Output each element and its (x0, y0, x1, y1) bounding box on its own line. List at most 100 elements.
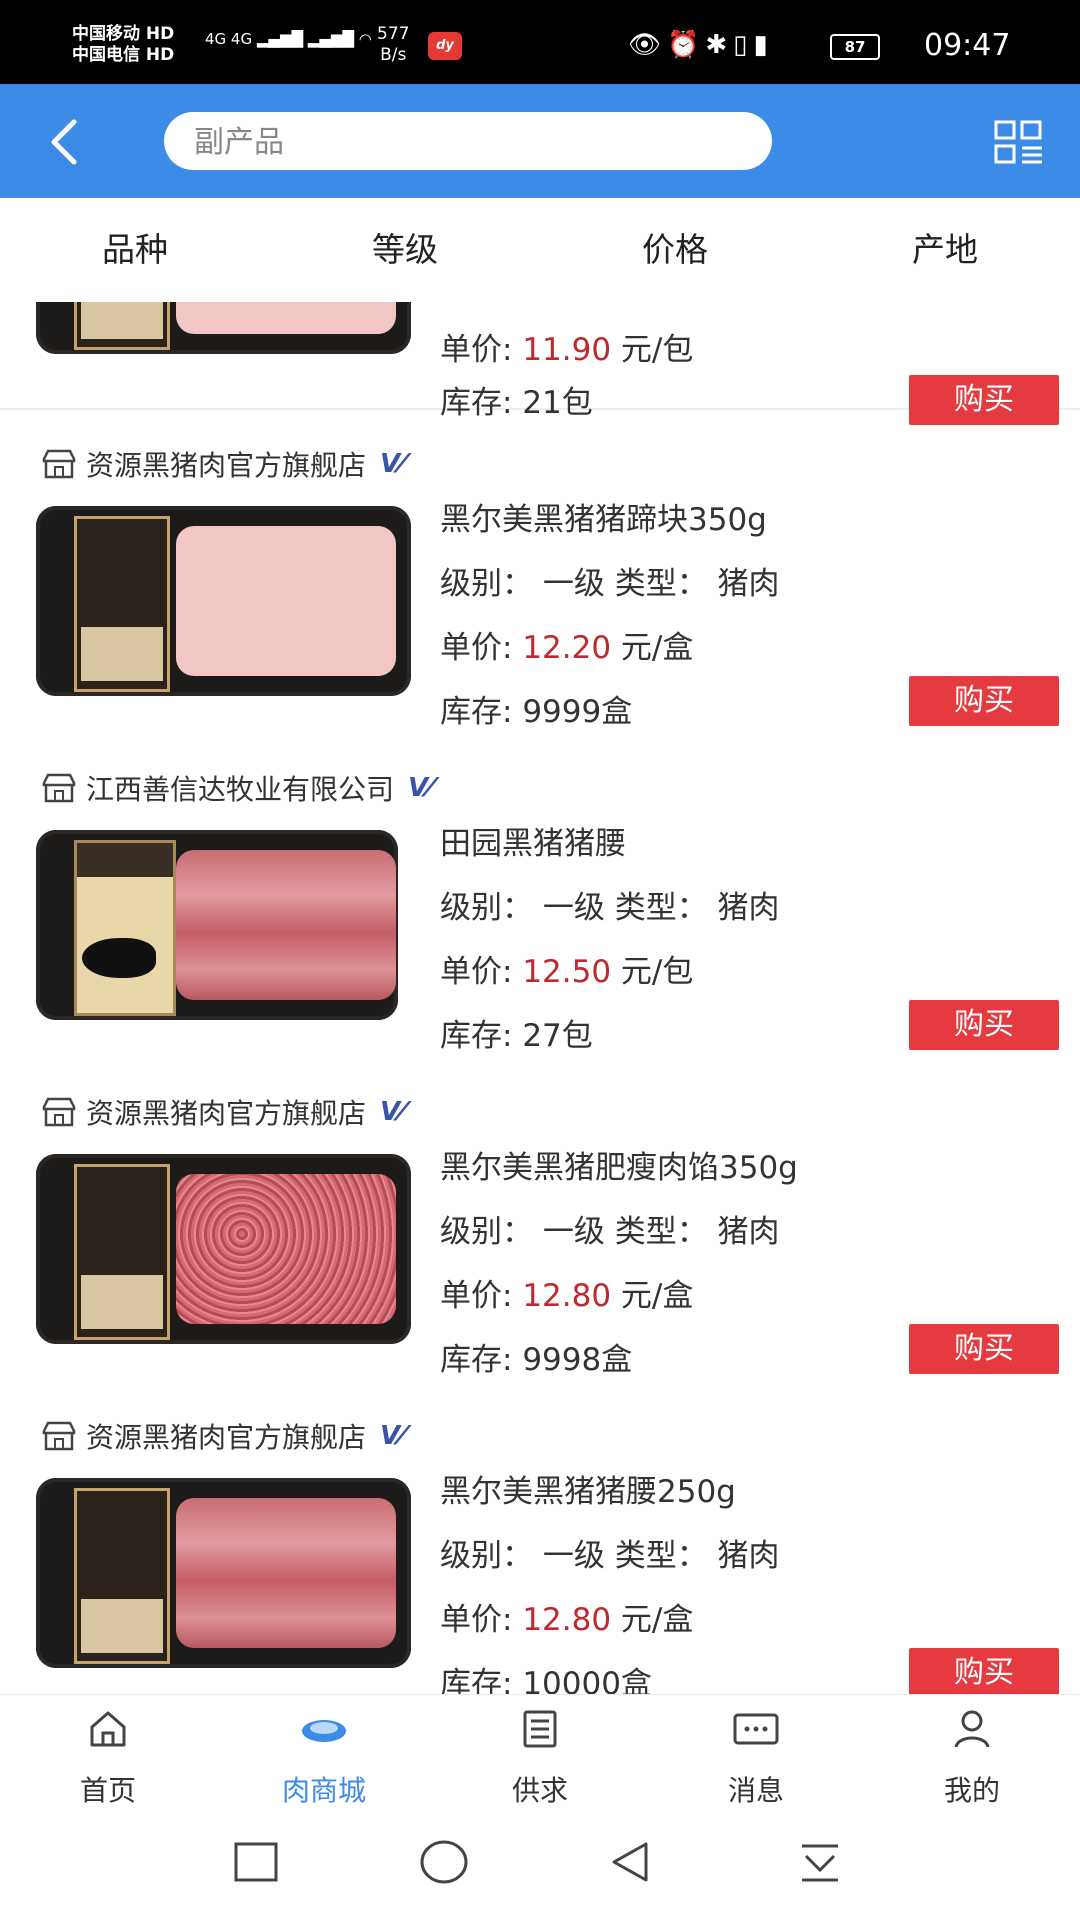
stock-value: 10000盒 (522, 1666, 652, 1694)
product-image[interactable] (36, 830, 398, 1020)
product-card[interactable]: 单价: 11.90 元/包 库存: 21包 购买 (0, 302, 1080, 425)
product-card[interactable]: 江西善信达牧业有限公司 V⁄ 田园黑猪猪腰 级别： 一级 类型： 猪肉 单价: … (0, 750, 1080, 1076)
stock-line: 库存: 9998盒 (440, 1334, 632, 1379)
store-icon (42, 1421, 76, 1451)
package-label (74, 840, 176, 1016)
nav-meat-mall-label: 肉商城 (281, 1774, 366, 1807)
store-row[interactable]: 资源黑猪肉官方旗舰店 V⁄ (42, 1092, 404, 1132)
stock-value: 27包 (522, 1018, 593, 1054)
package-label (74, 516, 170, 692)
store-name: 资源黑猪肉官方旗舰店 (86, 1421, 367, 1454)
buy-button[interactable]: 购买 (909, 375, 1059, 425)
stock-value: 21包 (522, 385, 593, 421)
nav-meat-mall[interactable]: 肉商城 (216, 1695, 432, 1811)
product-name[interactable]: 黑尔美黑猪肥瘦肉馅350g (440, 1142, 798, 1187)
store-row[interactable]: 资源黑猪肉官方旗舰店 V⁄ (42, 444, 404, 484)
price-unit: 元/包 (620, 954, 694, 990)
carrier-2-hd: HD (145, 45, 175, 65)
nav-messages[interactable]: 消息 (648, 1695, 864, 1811)
carrier-info: 中国移动 HD 中国电信 HD (72, 24, 174, 66)
stock-line: 库存: 21包 (440, 377, 593, 422)
carrier-2: 中国电信 (72, 45, 140, 65)
search-box[interactable] (164, 112, 772, 172)
product-card[interactable]: 资源黑猪肉官方旗舰店 V⁄ 黑尔美黑猪肥瘦肉馅350g 级别： 一级 类型： 猪… (0, 1074, 1080, 1400)
nav-supply-demand-label: 供求 (511, 1774, 568, 1807)
package-label (74, 1488, 170, 1664)
price-line: 单价: 12.80 元/盒 (440, 1270, 693, 1315)
notification-pull-icon[interactable] (796, 1838, 844, 1886)
store-icon (42, 449, 76, 479)
product-image[interactable] (36, 1154, 411, 1344)
search-input[interactable] (192, 112, 736, 172)
price-label: 单价: (440, 954, 513, 990)
price-value: 11.90 (522, 332, 612, 368)
buy-button[interactable]: 购买 (909, 1324, 1059, 1374)
app-notification-icon: dy (428, 32, 462, 60)
filter-grade[interactable]: 等级 (270, 198, 540, 302)
carrier-1-hd: HD (145, 24, 175, 44)
meat-image (176, 526, 396, 676)
home-button-icon[interactable] (418, 1838, 470, 1886)
product-grade: 级别： 一级 类型： 猪肉 (440, 1214, 780, 1250)
store-icon (42, 1097, 76, 1127)
top-bar (0, 84, 1080, 198)
status-bar: 中国移动 HD 中国电信 HD 4G 4G ▂▄▆█ ▂▄▆█ ◠ 577 B/… (0, 0, 1080, 84)
stock-line: 库存: 9999盒 (440, 686, 632, 731)
net-speed-value: 577 (377, 24, 410, 44)
recents-icon[interactable] (232, 1838, 280, 1886)
price-label: 单价: (440, 1278, 513, 1314)
battery-level: 87 (844, 38, 866, 56)
battery-icon: 87 (830, 34, 880, 60)
product-image[interactable] (36, 1478, 411, 1668)
buy-button[interactable]: 购买 (909, 1648, 1059, 1694)
nav-supply-demand[interactable]: 供求 (432, 1695, 648, 1811)
meat-image (176, 1174, 396, 1324)
store-name: 资源黑猪肉官方旗舰店 (86, 449, 367, 482)
product-name[interactable]: 黑尔美黑猪猪蹄块350g (440, 494, 767, 539)
system-nav-bar (0, 1810, 1080, 1920)
buy-button[interactable]: 购买 (909, 1000, 1059, 1050)
nav-profile[interactable]: 我的 (864, 1695, 1080, 1811)
price-unit: 元/包 (620, 332, 694, 368)
message-icon (733, 1713, 779, 1745)
clock: 09:47 (924, 28, 1011, 63)
price-value: 12.50 (522, 954, 612, 990)
net-speed: 577 B/s (377, 24, 409, 66)
stock-value: 9998盒 (522, 1342, 633, 1378)
meat-image (176, 1498, 396, 1648)
price-unit: 元/盒 (620, 1278, 694, 1314)
product-card[interactable]: 资源黑猪肉官方旗舰店 V⁄ 黑尔美黑猪猪腰250g 级别： 一级 类型： 猪肉 … (0, 1398, 1080, 1694)
store-row[interactable]: 江西善信达牧业有限公司 V⁄ (42, 768, 432, 808)
list-icon (523, 1710, 557, 1748)
product-image[interactable] (36, 302, 411, 354)
price-value: 12.80 (522, 1278, 612, 1314)
product-card[interactable]: 资源黑猪肉官方旗舰店 V⁄ 黑尔美黑猪猪蹄块350g 级别： 一级 类型： 猪肉… (0, 426, 1080, 752)
filter-origin[interactable]: 产地 (810, 198, 1080, 302)
verified-icon: V⁄ (380, 1097, 405, 1127)
filter-price[interactable]: 价格 (540, 198, 810, 302)
home-icon (90, 1711, 126, 1747)
price-value: 12.80 (522, 1602, 612, 1638)
nav-home[interactable]: 首页 (0, 1695, 216, 1811)
back-button-icon[interactable] (606, 1838, 654, 1886)
stock-label: 库存: (440, 1666, 513, 1694)
filter-variety[interactable]: 品种 (0, 198, 270, 302)
product-list[interactable]: 单价: 11.90 元/包 库存: 21包 购买 资源黑猪肉官方旗舰店 V⁄ 黑… (0, 302, 1080, 1694)
product-image[interactable] (36, 506, 411, 696)
store-row[interactable]: 资源黑猪肉官方旗舰店 V⁄ (42, 1416, 404, 1456)
meat-image (176, 850, 396, 1000)
store-icon (42, 773, 76, 803)
product-grade: 级别： 一级 类型： 猪肉 (440, 1538, 780, 1574)
nav-home-label: 首页 (79, 1774, 136, 1807)
grid-view-icon[interactable] (994, 120, 1044, 166)
stock-label: 库存: (440, 1018, 513, 1054)
product-name[interactable]: 黑尔美黑猪猪腰250g (440, 1466, 736, 1511)
back-icon[interactable] (40, 112, 90, 172)
buy-button[interactable]: 购买 (909, 676, 1059, 726)
price-unit: 元/盒 (620, 630, 694, 666)
package-label (74, 302, 170, 350)
product-name[interactable]: 田园黑猪猪腰 (440, 818, 626, 863)
signal-icon: 4G 4G ▂▄▆█ ▂▄▆█ ◠ (205, 30, 372, 48)
verified-icon: V⁄ (380, 449, 405, 479)
stock-label: 库存: (440, 694, 513, 730)
